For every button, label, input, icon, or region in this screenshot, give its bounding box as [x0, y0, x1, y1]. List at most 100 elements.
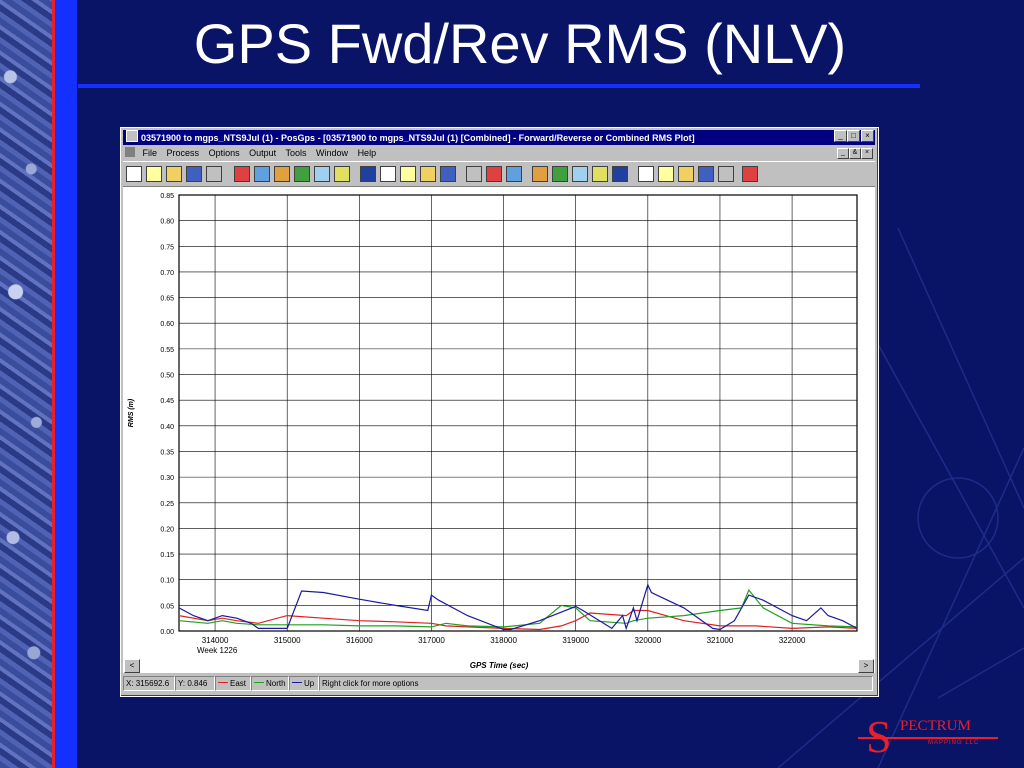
menu-window[interactable]: Window	[316, 148, 348, 158]
doc-close-button[interactable]: ×	[861, 148, 873, 159]
camera-icon-glyph	[466, 166, 482, 182]
logo-subtitle: MAPPING LLC	[928, 740, 980, 746]
legend-east-swatch	[218, 682, 228, 683]
menu-tools[interactable]: Tools	[286, 148, 307, 158]
document-icon[interactable]	[125, 147, 135, 157]
gps-data-icon-glyph	[234, 166, 250, 182]
save-plot-icon[interactable]	[571, 165, 589, 183]
plot-icon[interactable]	[293, 165, 311, 183]
y-tick-label: 0.35	[160, 449, 174, 456]
color-wheel-icon[interactable]	[273, 165, 291, 183]
new-file-icon-glyph	[126, 166, 142, 182]
zoom-in-icon[interactable]	[657, 165, 675, 183]
rms-chart[interactable]: 0.00 0.05 0.10 0.15 0.20 0.25 0.30 0.35 0.40 0.45…	[123, 187, 875, 658]
open-folder-icon-glyph	[166, 166, 182, 182]
y-tick-label: 0.45	[160, 398, 174, 405]
save-plot-alt-icon[interactable]	[591, 165, 609, 183]
doc-minimize-button[interactable]: _	[837, 148, 849, 159]
camera-icon[interactable]	[465, 165, 483, 183]
series-line-north	[178, 588, 858, 628]
plot-frame	[178, 194, 858, 632]
doc-restore-button[interactable]: &	[849, 148, 861, 159]
save-plot-icon-glyph	[572, 166, 588, 182]
pointer-icon[interactable]	[637, 165, 655, 183]
y-tick-label: 0.40	[160, 424, 174, 431]
satellite-icon[interactable]	[359, 165, 377, 183]
toolbar	[123, 161, 875, 187]
y-tick-label: 0.80	[160, 219, 174, 226]
legend-east-label: East	[230, 679, 247, 688]
print-icon[interactable]	[205, 165, 223, 183]
scroll-right-button[interactable]: >	[858, 659, 874, 673]
menu-options[interactable]: Options	[209, 148, 240, 158]
blue-accent-bar	[55, 0, 77, 768]
chart-grid-icon-glyph	[532, 166, 548, 182]
table-icon-glyph	[552, 166, 568, 182]
stop-icon-glyph	[718, 166, 734, 182]
y-tick-label: 0.85	[160, 193, 174, 200]
y-tick-label: 0.25	[160, 501, 174, 508]
legend-north-label: North	[266, 679, 286, 688]
stop-icon[interactable]	[717, 165, 735, 183]
window-titlebar[interactable]: 03571900 to mgps_NTS9Jul (1) - PosGps - …	[123, 130, 875, 145]
series-line-up	[178, 583, 858, 631]
new-file-icon[interactable]	[125, 165, 143, 183]
pointer-icon-glyph	[638, 166, 654, 182]
posgps-window: 03571900 to mgps_NTS9Jul (1) - PosGps - …	[120, 127, 879, 697]
menu-help[interactable]: Help	[358, 148, 377, 158]
save-icon-glyph	[186, 166, 202, 182]
x-tick-label: 322000	[779, 636, 806, 645]
zoom-out-icon-glyph	[678, 166, 694, 182]
folder-open-icon[interactable]	[399, 165, 417, 183]
x-tick-label: 317000	[418, 636, 445, 645]
zoom-data-icon-glyph	[314, 166, 330, 182]
options-icon[interactable]	[379, 165, 397, 183]
measure-icon-glyph	[698, 166, 714, 182]
zoom-out-icon[interactable]	[677, 165, 695, 183]
legend-up-label: Up	[304, 679, 315, 688]
save-icon[interactable]	[185, 165, 203, 183]
gps-data-icon[interactable]	[233, 165, 251, 183]
plot-area[interactable]: 0.00 0.05 0.10 0.15 0.20 0.25 0.30 0.35 0.40 0.45…	[123, 187, 875, 658]
y-tick-label: 0.20	[160, 526, 174, 533]
zoom-in-icon-glyph	[658, 166, 674, 182]
legend-north: North	[251, 676, 289, 691]
maximize-button[interactable]: □	[847, 130, 860, 142]
close-button[interactable]: ×	[861, 130, 874, 142]
zoom-data-icon[interactable]	[313, 165, 331, 183]
open-folder-icon[interactable]	[165, 165, 183, 183]
panel-icon[interactable]	[741, 165, 759, 183]
open-project-icon-glyph	[146, 166, 162, 182]
horizontal-scrollbar[interactable]: < GPS Time (sec) >	[123, 658, 875, 673]
slide-title: GPS Fwd/Rev RMS (NLV)	[193, 12, 847, 75]
minimize-button[interactable]: _	[834, 130, 847, 142]
bar-chart-icon[interactable]	[611, 165, 629, 183]
x-tick-label: 319000	[562, 636, 589, 645]
import-icon[interactable]	[253, 165, 271, 183]
export-icon[interactable]	[439, 165, 457, 183]
menu-output[interactable]: Output	[249, 148, 276, 158]
y-tick-label: 0.70	[160, 270, 174, 277]
status-y: Y: 0.846	[175, 676, 215, 691]
menu-process[interactable]: Process	[167, 148, 200, 158]
arrow-down-icon[interactable]	[505, 165, 523, 183]
series-line-east	[178, 609, 858, 631]
menu-bar: File Process Options Output Tools Window…	[123, 146, 875, 160]
open-project-icon[interactable]	[145, 165, 163, 183]
process-icon[interactable]	[333, 165, 351, 183]
table-icon[interactable]	[551, 165, 569, 183]
app-icon[interactable]	[126, 130, 138, 142]
menu-file[interactable]: File	[143, 148, 158, 158]
tree-icon-glyph	[486, 166, 502, 182]
y-tick-label: 0.50	[160, 373, 174, 380]
folder-edit-icon[interactable]	[419, 165, 437, 183]
chart-grid-icon[interactable]	[531, 165, 549, 183]
tree-icon[interactable]	[485, 165, 503, 183]
x-tick-label: 320000	[634, 636, 661, 645]
logo-letter: S	[866, 711, 892, 762]
save-plot-alt-icon-glyph	[592, 166, 608, 182]
window-title: 03571900 to mgps_NTS9Jul (1) - PosGps - …	[141, 133, 695, 143]
measure-icon[interactable]	[697, 165, 715, 183]
panel-icon-glyph	[742, 166, 758, 182]
y-tick-label: 0.10	[160, 578, 174, 585]
